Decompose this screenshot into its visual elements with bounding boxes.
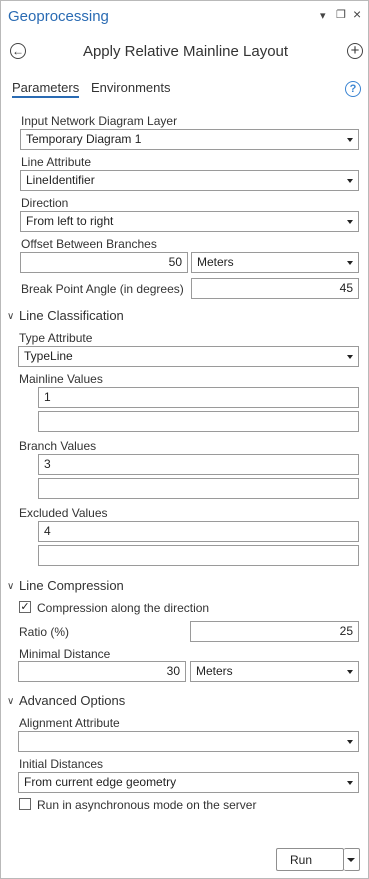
run-label: Run	[290, 853, 313, 867]
async-label: Run in asynchronous mode on the server	[37, 798, 257, 812]
type-attribute-select[interactable]: TypeLine	[18, 346, 359, 367]
initial-distances-select[interactable]: From current edge geometry	[18, 772, 359, 793]
plus-circle-icon: +	[350, 42, 360, 59]
chevron-down-icon	[347, 858, 355, 862]
offset-input[interactable]: 50	[20, 252, 188, 273]
minimal-distance-unit-select[interactable]: Meters	[190, 661, 359, 682]
pane-menu-icon[interactable]: ▾	[320, 9, 326, 22]
section-line-classification[interactable]: Line Classification	[19, 308, 124, 323]
chevron-down-icon[interactable]: ∨	[7, 581, 14, 592]
async-checkbox[interactable]	[19, 798, 31, 810]
chevron-down-icon[interactable]: ∨	[7, 311, 14, 322]
branch-value-input[interactable]: 3	[38, 454, 359, 475]
help-icon[interactable]: ?	[345, 81, 361, 97]
minimal-distance-label: Minimal Distance	[19, 647, 111, 661]
initial-distances-label: Initial Distances	[19, 757, 104, 771]
run-options-dropdown[interactable]	[344, 848, 360, 871]
direction-label: Direction	[21, 196, 69, 210]
tab-parameters[interactable]: Parameters	[12, 80, 80, 98]
offset-unit-select[interactable]: Meters	[191, 252, 359, 273]
alignment-attribute-select[interactable]	[18, 731, 359, 752]
break-angle-label: Break Point Angle (in degrees)	[21, 282, 184, 296]
input-layer-select[interactable]: Temporary Diagram 1	[20, 129, 359, 150]
pane-close-icon[interactable]: ×	[353, 6, 361, 22]
excluded-values-label: Excluded Values	[19, 506, 108, 520]
pane-title: Geoprocessing	[8, 8, 109, 25]
mainline-values-label: Mainline Values	[19, 372, 103, 386]
type-attribute-label: Type Attribute	[19, 331, 93, 345]
mainline-value-input[interactable]: 1	[38, 387, 359, 408]
branch-value-input-empty[interactable]	[38, 478, 359, 499]
line-attribute-label: Line Attribute	[21, 155, 92, 169]
break-angle-input[interactable]: 45	[191, 278, 359, 299]
direction-select[interactable]: From left to right	[20, 211, 359, 232]
excluded-value-input[interactable]: 4	[38, 521, 359, 542]
section-line-compression[interactable]: Line Compression	[19, 578, 124, 593]
input-layer-label: Input Network Diagram Layer	[21, 114, 178, 128]
line-attribute-select[interactable]: LineIdentifier	[20, 170, 359, 191]
pane-restore-icon[interactable]: ❐	[336, 8, 346, 21]
run-button[interactable]: Run	[276, 848, 344, 871]
tab-environments[interactable]: Environments	[91, 80, 170, 95]
checkmark-icon: ✓	[20, 601, 30, 613]
offset-label: Offset Between Branches	[21, 237, 157, 251]
chevron-down-icon[interactable]: ∨	[7, 696, 14, 707]
mainline-value-input-empty[interactable]	[38, 411, 359, 432]
geoprocessing-pane: Geoprocessing ▾ ❐ × ← Apply Relative Mai…	[0, 0, 369, 879]
compression-checkbox[interactable]: ✓	[19, 601, 31, 613]
compression-label: Compression along the direction	[37, 601, 210, 615]
alignment-attribute-label: Alignment Attribute	[19, 716, 120, 730]
excluded-value-input-empty[interactable]	[38, 545, 359, 566]
add-button[interactable]: +	[347, 43, 363, 59]
section-advanced-options[interactable]: Advanced Options	[19, 693, 125, 708]
ratio-input[interactable]: 25	[190, 621, 359, 642]
branch-values-label: Branch Values	[19, 439, 97, 453]
tool-title: Apply Relative Mainline Layout	[82, 43, 289, 60]
minimal-distance-input[interactable]: 30	[18, 661, 186, 682]
ratio-label: Ratio (%)	[19, 625, 70, 639]
